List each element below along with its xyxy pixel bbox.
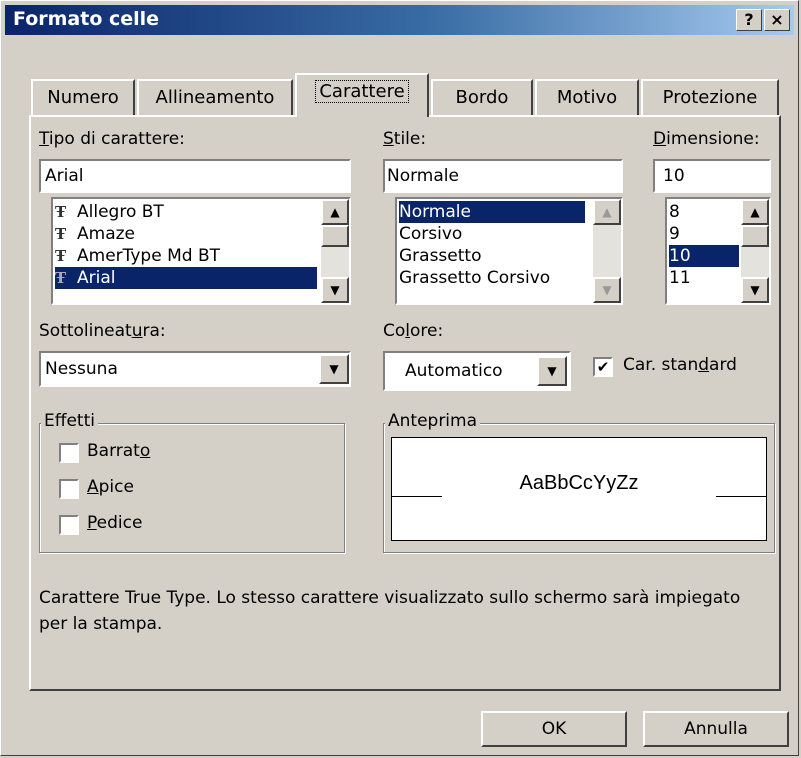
tab-numero[interactable]: Numero (31, 79, 135, 115)
list-item-selected[interactable]: Ŧ Arial (55, 267, 317, 289)
dialog-title: Formato celle (13, 8, 160, 30)
size-list-scrollbar[interactable]: ▲ ▼ (741, 199, 769, 303)
list-item-selected[interactable]: Normale (399, 201, 585, 223)
scroll-down-arrow-icon[interactable]: ▼ (593, 277, 621, 303)
preview-baseline-right (716, 496, 766, 497)
superscript-label: Apice (87, 477, 134, 497)
preview-baseline-left (392, 496, 442, 497)
list-item[interactable]: Ŧ AmerType Md BT (55, 245, 317, 267)
font-list-scrollbar[interactable]: ▲ ▼ (321, 199, 349, 303)
cancel-button[interactable]: Annulla (643, 711, 789, 747)
size-list[interactable]: 8 9 10 11 ▲ ▼ (665, 197, 771, 305)
size-input-value: 10 (663, 166, 685, 186)
tab-motivo[interactable]: Motivo (535, 79, 639, 115)
strikethrough-label: Barrato (87, 441, 151, 461)
size-label: Dimensione: (653, 129, 760, 149)
strikethrough-checkbox[interactable] (59, 443, 79, 463)
font-info-text: Carattere True Type. Lo stesso carattere… (39, 588, 741, 634)
dropdown-arrow-icon[interactable]: ▼ (537, 356, 567, 386)
underline-dropdown[interactable]: Nessuna ▼ (39, 351, 351, 387)
list-item[interactable]: Grassetto Corsivo (399, 267, 585, 289)
list-item[interactable]: 11 (669, 267, 739, 289)
size-input[interactable]: 10 (653, 159, 771, 193)
color-label: Colore: (383, 321, 444, 341)
list-item[interactable]: Ŧ Amaze (55, 223, 317, 245)
truetype-icon: Ŧ (55, 269, 67, 287)
style-input[interactable]: Normale (383, 159, 623, 193)
truetype-icon: Ŧ (55, 203, 67, 221)
scroll-thumb[interactable] (321, 225, 349, 247)
effects-group-title: Effetti (41, 411, 98, 431)
list-item[interactable]: Corsivo (399, 223, 585, 245)
underline-value: Nessuna (45, 359, 118, 379)
scroll-up-arrow-icon[interactable]: ▲ (593, 199, 621, 225)
list-item[interactable]: Grassetto (399, 245, 585, 267)
scroll-down-arrow-icon[interactable]: ▼ (741, 277, 769, 303)
format-cells-dialog: Formato celle ? × Numero Allineamento Ca… (0, 0, 799, 756)
preview-box: AaBbCcYyZz (391, 437, 767, 541)
style-list-scrollbar[interactable]: ▲ ▼ (593, 199, 621, 303)
preview-group-title: Anteprima (385, 411, 481, 431)
subscript-checkbox[interactable] (59, 515, 79, 535)
scroll-up-arrow-icon[interactable]: ▲ (321, 199, 349, 225)
tab-protezione[interactable]: Protezione (641, 79, 779, 115)
color-value: Automatico (405, 361, 503, 381)
color-dropdown[interactable]: Automatico ▼ (383, 351, 571, 391)
list-item[interactable]: Ŧ Allegro BT (55, 201, 317, 223)
underline-label: Sottolineatura: (39, 321, 166, 341)
scroll-down-arrow-icon[interactable]: ▼ (321, 277, 349, 303)
subscript-label: Pedice (87, 513, 143, 533)
font-list[interactable]: Ŧ Allegro BT Ŧ Amaze Ŧ AmerType Md BT Ŧ Aria… (51, 197, 351, 305)
standard-font-checkbox[interactable]: ✔ (593, 357, 613, 377)
font-label: Tipo di carattere: (39, 129, 185, 149)
ok-button[interactable]: OK (481, 711, 627, 747)
scroll-thumb[interactable] (741, 225, 769, 247)
tab-bordo[interactable]: Bordo (431, 79, 533, 115)
list-item[interactable]: 8 (669, 201, 739, 223)
effects-group (39, 423, 345, 553)
truetype-icon: Ŧ (55, 247, 67, 265)
title-bar[interactable]: Formato celle ? × (5, 5, 794, 35)
truetype-icon: Ŧ (55, 225, 67, 243)
superscript-checkbox[interactable] (59, 479, 79, 499)
tab-allineamento[interactable]: Allineamento (137, 79, 293, 115)
style-list[interactable]: Normale Corsivo Grassetto Grassetto Cors… (395, 197, 623, 305)
help-button[interactable]: ? (736, 9, 762, 31)
close-button[interactable]: × (764, 9, 790, 31)
font-input-value: Arial (45, 166, 84, 186)
standard-font-label: Car. standard (623, 355, 737, 375)
list-item[interactable]: 9 (669, 223, 739, 245)
preview-sample-text: AaBbCcYyZz (519, 472, 639, 494)
style-label: Stile: (383, 129, 427, 149)
list-item-selected[interactable]: 10 (669, 245, 739, 267)
tab-panel-carattere: Tipo di carattere: Arial Ŧ Allegro BT Ŧ Am… (29, 115, 781, 691)
scroll-up-arrow-icon[interactable]: ▲ (741, 199, 769, 225)
style-input-value: Normale (387, 166, 459, 186)
font-input[interactable]: Arial (39, 159, 351, 193)
dropdown-arrow-icon[interactable]: ▼ (319, 354, 349, 384)
tab-carattere[interactable]: Carattere (295, 73, 429, 117)
